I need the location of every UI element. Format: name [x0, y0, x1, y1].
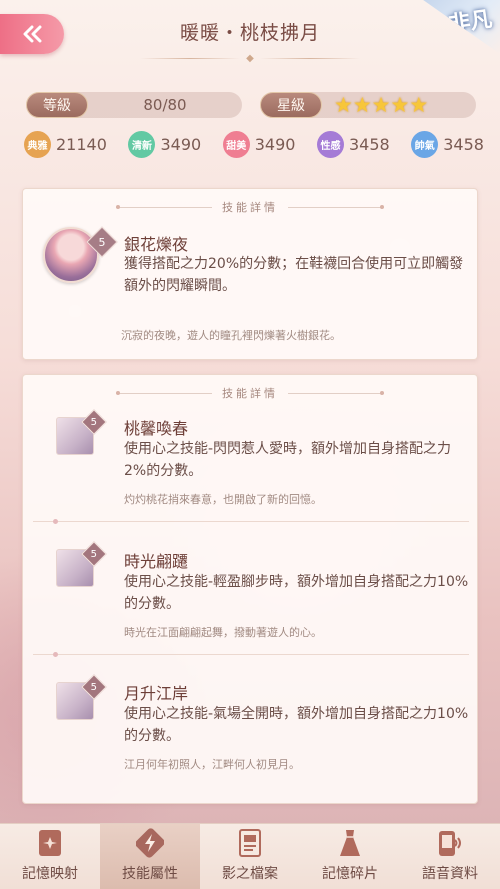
star-icon: ★: [371, 93, 391, 117]
panel-header: 技能詳情: [23, 199, 477, 215]
stat-item: 性感 3458: [316, 131, 390, 158]
page-title: 暖暖・桃枝拂月: [179, 22, 320, 44]
level-pill: 等級 80/80: [26, 92, 242, 118]
skill-level-value: 5: [98, 235, 106, 249]
nav-label: 記憶映射: [22, 866, 78, 882]
stat-badge-icon: 帥氣: [411, 131, 439, 158]
nav-shadow-file[interactable]: 影之檔案: [200, 824, 300, 889]
sub-skill-name: 時光翩躚: [124, 552, 189, 571]
stat-item: 帥氣 3458: [411, 131, 484, 158]
level-value: 80/80: [143, 96, 187, 114]
level-star-row: 等級 80/80 星級 ★ ★ ★ ★ ★: [26, 92, 476, 118]
sub-skill-desc: 使用心之技能-氣場全開時，額外增加自身搭配之力10%的分數。: [124, 706, 469, 744]
panel-header-label: 技能詳情: [222, 201, 278, 214]
star-icon: ★: [409, 93, 429, 117]
nav-label: 技能屬性: [122, 866, 178, 882]
star-icon: ★: [390, 93, 410, 117]
star-pill: 星級 ★ ★ ★ ★ ★: [260, 92, 476, 118]
main-skill-name: 銀花爍夜: [124, 235, 189, 254]
attribute-stats: 典雅 21140 清新 3490 甜美 3490 性感 3458 帥氣 3458: [24, 131, 484, 158]
star-rating: ★ ★ ★ ★ ★: [322, 92, 428, 118]
star-icon: ★: [334, 93, 353, 117]
stat-badge-icon: 清新: [128, 131, 156, 158]
star-label: 星級: [260, 92, 322, 118]
stat-value: 3490: [254, 135, 296, 154]
divider: [33, 652, 469, 657]
panel-header: 技能詳情: [23, 385, 477, 401]
skill-avatar: [43, 227, 99, 283]
main-skill-desc: 獲得搭配之力20%的分數；在鞋襪回合使用可立即觸發額外的閃耀瞬間。: [124, 256, 464, 294]
stat-value: 3458: [443, 135, 484, 154]
level-label: 等級: [26, 92, 88, 118]
stat-item: 清新 3490: [128, 131, 201, 158]
sub-skill-name: 月升江岸: [124, 684, 189, 703]
divider: [33, 519, 469, 524]
stat-badge-icon: 典雅: [24, 131, 51, 158]
panel-header-label: 技能詳情: [222, 387, 278, 400]
stat-value: 3458: [348, 135, 390, 154]
nav-memory-fragments[interactable]: 記憶碎片: [300, 824, 400, 889]
sub-skill-name: 桃馨喚春: [124, 419, 189, 438]
nav-skill-attributes[interactable]: 技能屬性: [100, 824, 200, 889]
document-icon: [235, 827, 265, 859]
memory-card-icon: [35, 827, 65, 859]
stat-badge-icon: 甜美: [222, 131, 250, 158]
sub-skill-flavor: 灼灼桃花捎來春意，也開啟了新的回憶。: [124, 493, 322, 506]
nav-memory-mapping[interactable]: 記憶映射: [0, 824, 100, 889]
sub-skill-panel: 技能詳情 5 桃馨喚春 使用心之技能-閃閃惹人愛時，額外增加自身搭配之力2%的分…: [22, 374, 478, 804]
skill-lightning-icon: [135, 827, 165, 859]
stat-badge-icon: 性感: [316, 131, 344, 158]
voice-phone-icon: [435, 827, 465, 859]
sub-skill-desc: 使用心之技能-輕盈腳步時，額外增加自身搭配之力10%的分數。: [124, 574, 469, 612]
sub-skill-desc: 使用心之技能-閃閃惹人愛時，額外增加自身搭配之力2%的分數。: [124, 441, 452, 479]
star-icon: ★: [352, 93, 372, 117]
nav-label: 影之檔案: [222, 866, 278, 882]
main-skill-flavor: 沉寂的夜晚，遊人的瞳孔裡閃爍著火樹銀花。: [121, 329, 341, 342]
stat-item: 典雅 21140: [24, 131, 107, 158]
stat-value: 21140: [56, 135, 107, 154]
bottom-nav: 記憶映射 技能屬性 影之檔案 記憶碎片 語音資料: [0, 823, 500, 889]
dress-icon: [335, 827, 365, 859]
nav-label: 語音資料: [422, 866, 478, 882]
nav-label: 記憶碎片: [322, 866, 378, 882]
main-skill-panel: 技能詳情 5 銀花爍夜 獲得搭配之力20%的分數；在鞋襪回合使用可立即觸發額外的…: [22, 188, 478, 360]
sub-skill-flavor: 江月何年初照人，江畔何人初見月。: [124, 758, 300, 771]
nav-voice-data[interactable]: 語音資料: [400, 824, 500, 889]
title-divider: ◆: [140, 52, 360, 64]
sub-skill-flavor: 時光在江面翩翩起舞，撥動著遊人的心。: [124, 626, 322, 639]
stat-value: 3490: [160, 135, 202, 154]
stat-item: 甜美 3490: [222, 131, 296, 158]
